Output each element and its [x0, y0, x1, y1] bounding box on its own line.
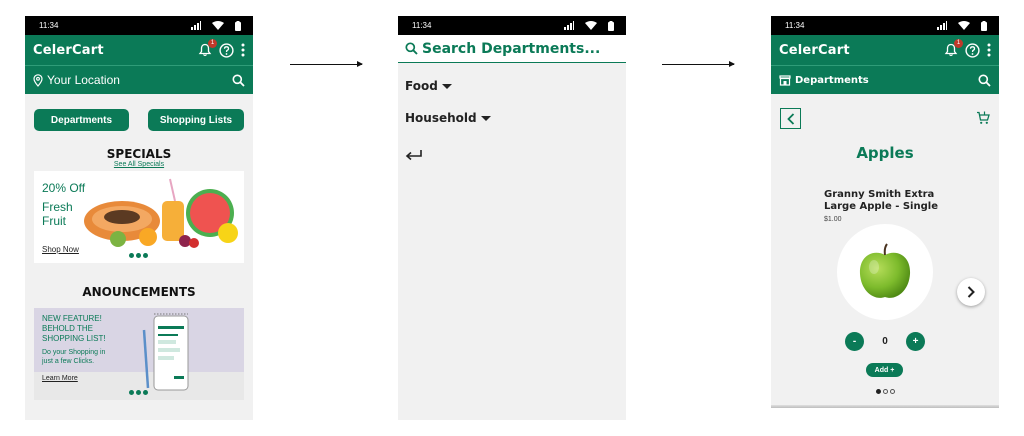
- pager-dot[interactable]: [876, 389, 881, 394]
- status-bar: 11:34: [25, 16, 253, 35]
- learn-more-link[interactable]: Learn More: [42, 374, 78, 384]
- store-icon: [779, 74, 791, 86]
- departments-screen: 11:34 Search Departments... Food Househo…: [398, 16, 626, 420]
- category-title: Apples: [856, 144, 914, 162]
- app-header: CelerCart 1: [25, 35, 253, 65]
- battery-icon: [608, 20, 614, 31]
- caret-down-icon: [441, 83, 452, 89]
- feature-line-3: SHOPPING LIST!: [42, 334, 106, 343]
- specials-title: SPECIALS: [106, 147, 172, 161]
- battery-icon: [235, 20, 241, 31]
- feature-sub-2: just a few Clicks.: [42, 358, 95, 365]
- promo-discount: 20% Off: [42, 181, 86, 195]
- pager-dot[interactable]: [890, 389, 895, 394]
- overflow-menu-icon[interactable]: [987, 43, 991, 57]
- caret-down-icon: [480, 115, 491, 121]
- fruit-image: [84, 178, 238, 248]
- specials-banner[interactable]: 20% Off Fresh Fruit Shop Now: [34, 171, 244, 263]
- decrease-quantity-button[interactable]: -: [845, 332, 864, 351]
- pager-dot[interactable]: [883, 389, 888, 394]
- add-to-cart-button[interactable]: Add +: [866, 363, 903, 377]
- carousel-dot[interactable]: [136, 390, 141, 395]
- feature-line-1: NEW FEATURE!: [42, 314, 102, 323]
- notifications-button[interactable]: 1: [944, 39, 963, 57]
- departments-nav-button[interactable]: Departments: [779, 75, 869, 86]
- return-arrow-icon[interactable]: [405, 149, 423, 161]
- chevron-left-icon: [786, 112, 794, 125]
- app-header: CelerCart 1: [771, 35, 999, 65]
- notification-badge: 1: [208, 39, 217, 48]
- carousel-dot[interactable]: [143, 390, 148, 395]
- product-pager: [876, 389, 895, 394]
- carousel-dot[interactable]: [129, 253, 134, 258]
- product-image[interactable]: [837, 224, 933, 320]
- menu-item-household[interactable]: Household: [398, 111, 626, 125]
- quantity-stepper: - 0 +: [845, 332, 925, 351]
- wifi-icon: [958, 21, 970, 30]
- departments-button[interactable]: Departments: [34, 109, 129, 131]
- announcement-banner[interactable]: NEW FEATURE! BEHOLD THE SHOPPING LIST! D…: [34, 308, 244, 400]
- back-button[interactable]: [780, 108, 801, 129]
- status-time: 11:34: [412, 21, 432, 30]
- notifications-button[interactable]: 1: [198, 39, 217, 57]
- carousel-dot[interactable]: [136, 253, 141, 258]
- app-name: CelerCart: [779, 42, 850, 58]
- menu-item-food[interactable]: Food: [398, 79, 626, 93]
- location-bar[interactable]: Your Location: [25, 65, 253, 94]
- shopping-lists-button[interactable]: Shopping Lists: [148, 109, 244, 131]
- flow-arrow: [290, 61, 363, 67]
- departments-nav-bar: Departments: [771, 65, 999, 94]
- battery-icon: [981, 20, 987, 31]
- overflow-menu-icon[interactable]: [241, 43, 245, 57]
- product-price: $1.00: [824, 216, 842, 223]
- feature-line-2: BEHOLD THE: [42, 324, 93, 333]
- department-search-bar[interactable]: Search Departments...: [398, 35, 626, 63]
- promo-line-2: Fruit: [42, 214, 66, 228]
- search-icon[interactable]: [978, 74, 991, 87]
- status-bar: 11:34: [398, 16, 626, 35]
- increase-quantity-button[interactable]: +: [906, 332, 925, 351]
- menu-item-label: Household: [405, 111, 477, 125]
- carousel-dot[interactable]: [129, 390, 134, 395]
- notification-badge: 1: [954, 39, 963, 48]
- wifi-icon: [212, 21, 224, 30]
- phone-mockup-image: [142, 313, 189, 391]
- shop-now-link[interactable]: Shop Now: [42, 245, 79, 254]
- product-screen: 11:34 CelerCart 1 Departments Apples Gra…: [771, 16, 999, 408]
- location-field[interactable]: Your Location: [47, 73, 120, 87]
- quantity-value: 0: [882, 336, 888, 347]
- location-pin-icon: [33, 73, 43, 87]
- app-name: CelerCart: [33, 42, 104, 58]
- carousel-dot[interactable]: [143, 253, 148, 258]
- promo-line-1: Fresh: [42, 200, 73, 214]
- add-to-cart-icon[interactable]: [976, 111, 990, 125]
- signal-icon: [191, 21, 201, 30]
- signal-icon: [564, 21, 574, 30]
- status-bar: 11:34: [771, 16, 999, 35]
- departments-nav-label: Departments: [795, 74, 869, 86]
- status-time: 11:34: [39, 21, 59, 30]
- apple-image: [859, 243, 911, 298]
- wifi-icon: [585, 21, 597, 30]
- signal-icon: [937, 21, 947, 30]
- help-icon[interactable]: [219, 42, 234, 58]
- menu-item-label: Food: [405, 79, 438, 93]
- status-time: 11:34: [785, 21, 805, 30]
- search-icon: [405, 42, 418, 55]
- next-product-button[interactable]: [957, 278, 985, 306]
- department-search-field[interactable]: Search Departments...: [422, 41, 600, 57]
- search-icon[interactable]: [232, 74, 245, 87]
- announcements-title: ANOUNCEMENTS: [82, 285, 196, 299]
- product-name: Granny Smith Extra Large Apple - Single: [824, 189, 938, 212]
- flow-arrow: [662, 61, 735, 67]
- help-icon[interactable]: [965, 42, 980, 58]
- chevron-right-icon: [967, 286, 975, 298]
- home-screen: 11:34 CelerCart 1 Your Location Departme…: [25, 16, 253, 420]
- see-all-specials-link[interactable]: See All Specials: [25, 161, 253, 168]
